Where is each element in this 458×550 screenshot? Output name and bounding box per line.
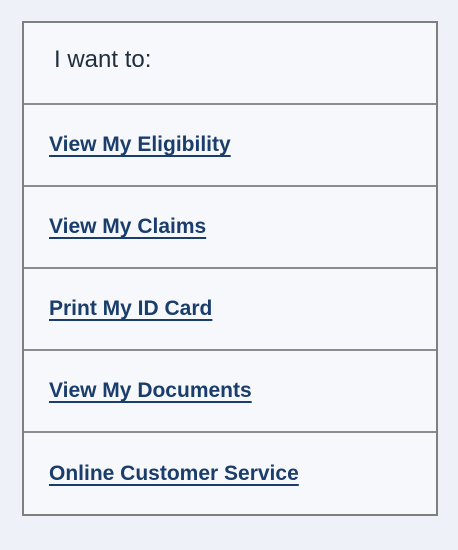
menu-item-view-documents: View My Documents [24, 351, 436, 433]
view-claims-link[interactable]: View My Claims [49, 215, 206, 239]
menu-item-print-id-card: Print My ID Card [24, 269, 436, 351]
menu-item-view-eligibility: View My Eligibility [24, 105, 436, 187]
menu-item-view-claims: View My Claims [24, 187, 436, 269]
view-eligibility-link[interactable]: View My Eligibility [49, 133, 231, 157]
i-want-to-panel: I want to: View My Eligibility View My C… [22, 21, 438, 516]
panel-header-label: I want to: [54, 46, 152, 73]
panel-header: I want to: [24, 23, 436, 105]
menu-item-online-customer-service: Online Customer Service [24, 433, 436, 515]
print-id-card-link[interactable]: Print My ID Card [49, 297, 212, 321]
view-documents-link[interactable]: View My Documents [49, 379, 252, 403]
online-customer-service-link[interactable]: Online Customer Service [49, 462, 299, 486]
